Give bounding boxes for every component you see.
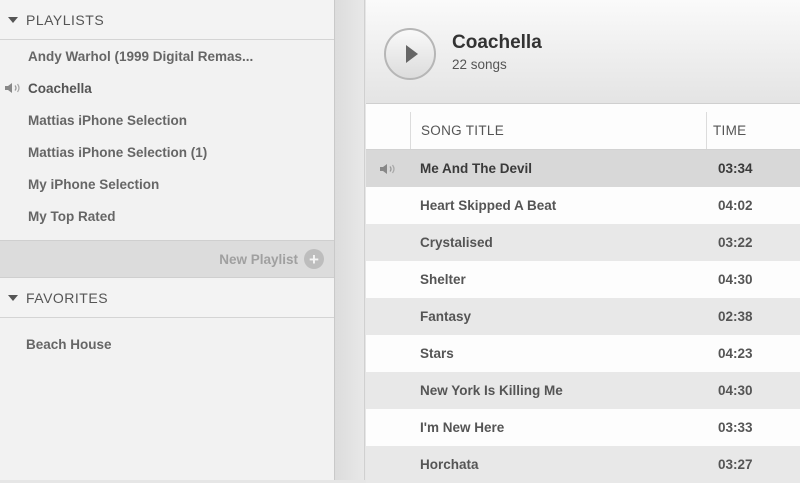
song-time: 03:33: [718, 420, 753, 435]
sidebar: PLAYLISTS Andy Warhol (1999 Digital Rema…: [0, 0, 335, 480]
favorites-section-header[interactable]: FAVORITES: [0, 278, 334, 318]
song-time: 03:34: [718, 161, 753, 176]
song-row[interactable]: New York Is Killing Me 04:30: [366, 372, 800, 409]
sidebar-playlist-item[interactable]: My iPhone Selection: [0, 168, 334, 200]
song-title: Horchata: [420, 457, 479, 472]
song-row[interactable]: Me And The Devil 03:34: [366, 150, 800, 187]
favorite-label: Beach House: [26, 336, 112, 352]
play-button[interactable]: [384, 27, 436, 80]
song-row[interactable]: Stars 04:23: [366, 335, 800, 372]
sidebar-playlist-item[interactable]: My Top Rated: [0, 200, 334, 232]
speaker-icon: [379, 163, 397, 175]
time-column-header[interactable]: TIME: [707, 112, 800, 149]
playlist-label: Andy Warhol (1999 Digital Remas...: [28, 48, 254, 64]
song-title: Stars: [420, 346, 454, 361]
disclosure-triangle-icon[interactable]: [8, 294, 18, 301]
playlist-list: Andy Warhol (1999 Digital Remas... Coache…: [0, 40, 334, 232]
song-title: Crystalised: [420, 235, 493, 250]
status-column-header: [366, 112, 411, 149]
new-playlist-label: New Playlist: [219, 251, 298, 267]
play-icon: [406, 44, 418, 63]
sidebar-playlist-item[interactable]: Mattias iPhone Selection: [0, 104, 334, 136]
song-title-column-header[interactable]: SONG TITLE: [411, 112, 707, 149]
favorites-header-label: FAVORITES: [26, 289, 109, 306]
song-time: 03:22: [718, 235, 753, 250]
new-playlist-button[interactable]: New Playlist +: [0, 240, 334, 278]
song-title: Heart Skipped A Beat: [420, 198, 557, 213]
song-time: 04:02: [718, 198, 753, 213]
song-row[interactable]: Crystalised 03:22: [366, 224, 800, 261]
song-row[interactable]: Horchata 03:27: [366, 446, 800, 483]
song-row[interactable]: Shelter 04:30: [366, 261, 800, 298]
plus-circle-icon[interactable]: +: [304, 249, 324, 269]
playlists-header-label: PLAYLISTS: [26, 11, 105, 28]
song-title: Me And The Devil: [420, 161, 533, 176]
song-time: 02:38: [718, 309, 753, 324]
song-time: 03:27: [718, 457, 753, 472]
playlists-section-header[interactable]: PLAYLISTS: [0, 0, 334, 40]
song-time: 04:23: [718, 346, 753, 361]
disclosure-triangle-icon[interactable]: [8, 16, 18, 23]
sidebar-playlist-item[interactable]: Andy Warhol (1999 Digital Remas...: [0, 40, 334, 72]
song-title: Shelter: [420, 272, 466, 287]
song-title: Fantasy: [420, 309, 472, 324]
favorites-list: Beach House: [0, 328, 334, 360]
song-title: I'm New Here: [420, 420, 505, 435]
playlist-label: My Top Rated: [28, 208, 116, 224]
sidebar-playlist-item[interactable]: Coachella: [0, 72, 334, 104]
song-title: New York Is Killing Me: [420, 383, 563, 398]
playlist-label: My iPhone Selection: [28, 176, 160, 192]
song-row[interactable]: Heart Skipped A Beat 04:02: [366, 187, 800, 224]
playlist-header: Coachella 22 songs: [366, 0, 800, 104]
song-time: 04:30: [718, 272, 753, 287]
playlist-label: Mattias iPhone Selection: [28, 112, 188, 128]
song-row[interactable]: I'm New Here 03:33: [366, 409, 800, 446]
speaker-icon: [4, 82, 22, 94]
sidebar-divider[interactable]: [335, 0, 365, 480]
song-table-header: SONG TITLE TIME: [366, 112, 800, 150]
sidebar-favorite-item[interactable]: Beach House: [0, 328, 334, 360]
song-count: 22 songs: [452, 56, 507, 72]
sidebar-playlist-item[interactable]: Mattias iPhone Selection (1): [0, 136, 334, 168]
playlist-title: Coachella: [452, 31, 542, 53]
song-time: 04:30: [718, 383, 753, 398]
song-row[interactable]: Fantasy 02:38: [366, 298, 800, 335]
playlist-info: Coachella 22 songs: [452, 32, 542, 72]
playlist-label: Mattias iPhone Selection (1): [28, 144, 208, 160]
playlist-label: Coachella: [28, 80, 92, 96]
song-list: Me And The Devil 03:34 Heart Skipped A Bea…: [366, 150, 800, 483]
status-cell: [366, 163, 410, 175]
main-panel: Coachella 22 songs SONG TITLE TIME Me An…: [366, 0, 800, 483]
